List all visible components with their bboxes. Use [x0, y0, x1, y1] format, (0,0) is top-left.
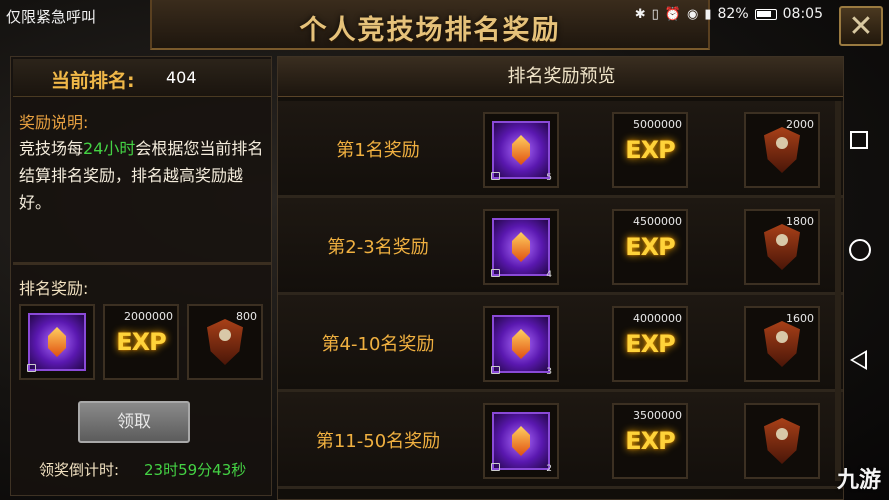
home-icon[interactable] — [849, 239, 871, 261]
left-panel: 当前排名: 404 奖励说明: 竞技场每24小时会根据您当前排名结算排名奖励，排… — [10, 56, 272, 496]
battery-icon — [754, 8, 777, 20]
reward-item-emblem[interactable]: 800 — [187, 304, 263, 380]
exp-icon: EXP — [625, 427, 675, 455]
lock-icon — [491, 463, 500, 471]
reward-row: 第11-50名奖励 2 3500000 EXP — [278, 392, 843, 489]
row-label: 第11-50名奖励 — [315, 431, 441, 452]
exp-icon: EXP — [625, 330, 675, 358]
exp-icon: EXP — [116, 328, 166, 356]
purple-crystal-icon — [492, 315, 550, 373]
reward-count: 4000000 — [633, 312, 682, 325]
lock-icon — [27, 364, 36, 372]
title-banner: 个人竞技场排名奖励 — [150, 0, 710, 50]
reward-count: 5000000 — [633, 118, 682, 131]
lock-icon — [491, 269, 500, 277]
current-rank-label: 当前排名: — [51, 70, 135, 92]
reward-item-exp[interactable]: 5000000 EXP — [612, 112, 688, 188]
crystal-level: 5 — [546, 173, 552, 183]
reward-item-crystal[interactable]: 5 — [483, 112, 559, 188]
emblem-icon — [764, 418, 800, 464]
claim-button[interactable]: 领取 — [78, 401, 190, 443]
reward-count: 2000000 — [124, 310, 173, 323]
reward-row: 第4-10名奖励 3 4000000 EXP 1600 — [278, 295, 843, 392]
reward-count: 800 — [236, 310, 257, 323]
purple-crystal-icon — [492, 412, 550, 470]
divider — [13, 262, 271, 265]
recent-apps-icon[interactable] — [850, 131, 868, 149]
purple-crystal-icon — [492, 218, 550, 276]
description-title: 奖励说明: — [19, 113, 89, 132]
emblem-icon — [764, 321, 800, 367]
eye-icon: ◉ — [687, 6, 699, 22]
status-carrier-text: 仅限紧急呼叫 — [6, 8, 97, 26]
reward-item-exp[interactable]: 2000000 EXP — [103, 304, 179, 380]
current-rank-value: 404 — [166, 68, 197, 87]
status-bar-right: ✱ ▯ ⏰ ◉ ▮ 82% 08:05 — [635, 6, 823, 22]
crystal-level: 2 — [546, 464, 552, 474]
reward-count: 2000 — [786, 118, 814, 131]
back-icon[interactable] — [850, 350, 867, 370]
android-nav-bar — [845, 56, 889, 500]
purple-crystal-icon — [28, 313, 86, 371]
watermark-logo: 九游 — [836, 468, 881, 493]
page-title: 个人竞技场排名奖励 — [299, 15, 561, 46]
reward-item-crystal[interactable] — [19, 304, 95, 380]
current-rank-row: 当前排名: 404 — [13, 59, 271, 97]
description-text: 竞技场每24小时会根据您当前排名结算排名奖励，排名越高奖励越好。 — [19, 135, 267, 216]
lock-icon — [491, 172, 500, 180]
reward-item-crystal[interactable]: 2 — [483, 403, 559, 479]
countdown-value: 23时59分43秒 — [144, 461, 247, 479]
reward-preview-panel: 排名奖励预览 第1名奖励 5 5000000 EXP 2000 第2-3名奖励 — [277, 56, 844, 500]
vibrate-icon: ▯ — [651, 6, 659, 22]
battery-percent: 82% — [717, 6, 749, 22]
reward-item-exp[interactable]: 4000000 EXP — [612, 306, 688, 382]
row-label: 第1名奖励 — [336, 140, 420, 161]
reward-item-emblem[interactable]: 1800 — [744, 209, 820, 285]
scrollbar[interactable] — [835, 101, 841, 481]
row-label: 第4-10名奖励 — [321, 334, 435, 355]
emblem-icon — [207, 319, 243, 365]
reward-item-emblem[interactable]: 1600 — [744, 306, 820, 382]
reward-row: 第2-3名奖励 4 4500000 EXP 1800 — [278, 198, 843, 295]
reward-count: 3500000 — [633, 409, 682, 422]
reward-item-emblem[interactable] — [744, 403, 820, 479]
bluetooth-icon: ✱ — [634, 6, 646, 22]
description-highlight: 24小时 — [83, 139, 136, 158]
emblem-icon — [764, 127, 800, 173]
preview-rows[interactable]: 第1名奖励 5 5000000 EXP 2000 第2-3名奖励 4 45000… — [278, 101, 843, 489]
countdown-label: 领奖倒计时: — [39, 461, 120, 479]
reward-item-crystal[interactable]: 3 — [483, 306, 559, 382]
reward-item-crystal[interactable]: 4 — [483, 209, 559, 285]
reward-item-exp[interactable]: 4500000 EXP — [612, 209, 688, 285]
preview-header: 排名奖励预览 — [278, 57, 843, 97]
rank-reward-title: 排名奖励: — [19, 279, 89, 298]
crystal-level: 3 — [546, 367, 552, 377]
reward-row: 第1名奖励 5 5000000 EXP 2000 — [278, 101, 843, 198]
lock-icon — [491, 366, 500, 374]
close-button[interactable]: ✕ — [839, 6, 883, 46]
reward-item-emblem[interactable]: 2000 — [744, 112, 820, 188]
reward-count: 1800 — [786, 215, 814, 228]
reward-item-exp[interactable]: 3500000 EXP — [612, 403, 688, 479]
close-icon: ✕ — [848, 8, 874, 44]
reward-count: 4500000 — [633, 215, 682, 228]
battery-saver-icon: ▮ — [704, 6, 712, 22]
clock: 08:05 — [782, 6, 823, 22]
purple-crystal-icon — [492, 121, 550, 179]
emblem-icon — [764, 224, 800, 270]
rank-reward-items: 2000000 EXP 800 — [19, 304, 263, 380]
reward-count: 1600 — [786, 312, 814, 325]
row-label: 第2-3名奖励 — [327, 237, 429, 258]
crystal-level: 4 — [546, 270, 552, 280]
description-text-before: 竞技场每 — [19, 139, 84, 158]
alarm-icon: ⏰ — [664, 6, 682, 22]
exp-icon: EXP — [625, 136, 675, 164]
exp-icon: EXP — [625, 233, 675, 261]
